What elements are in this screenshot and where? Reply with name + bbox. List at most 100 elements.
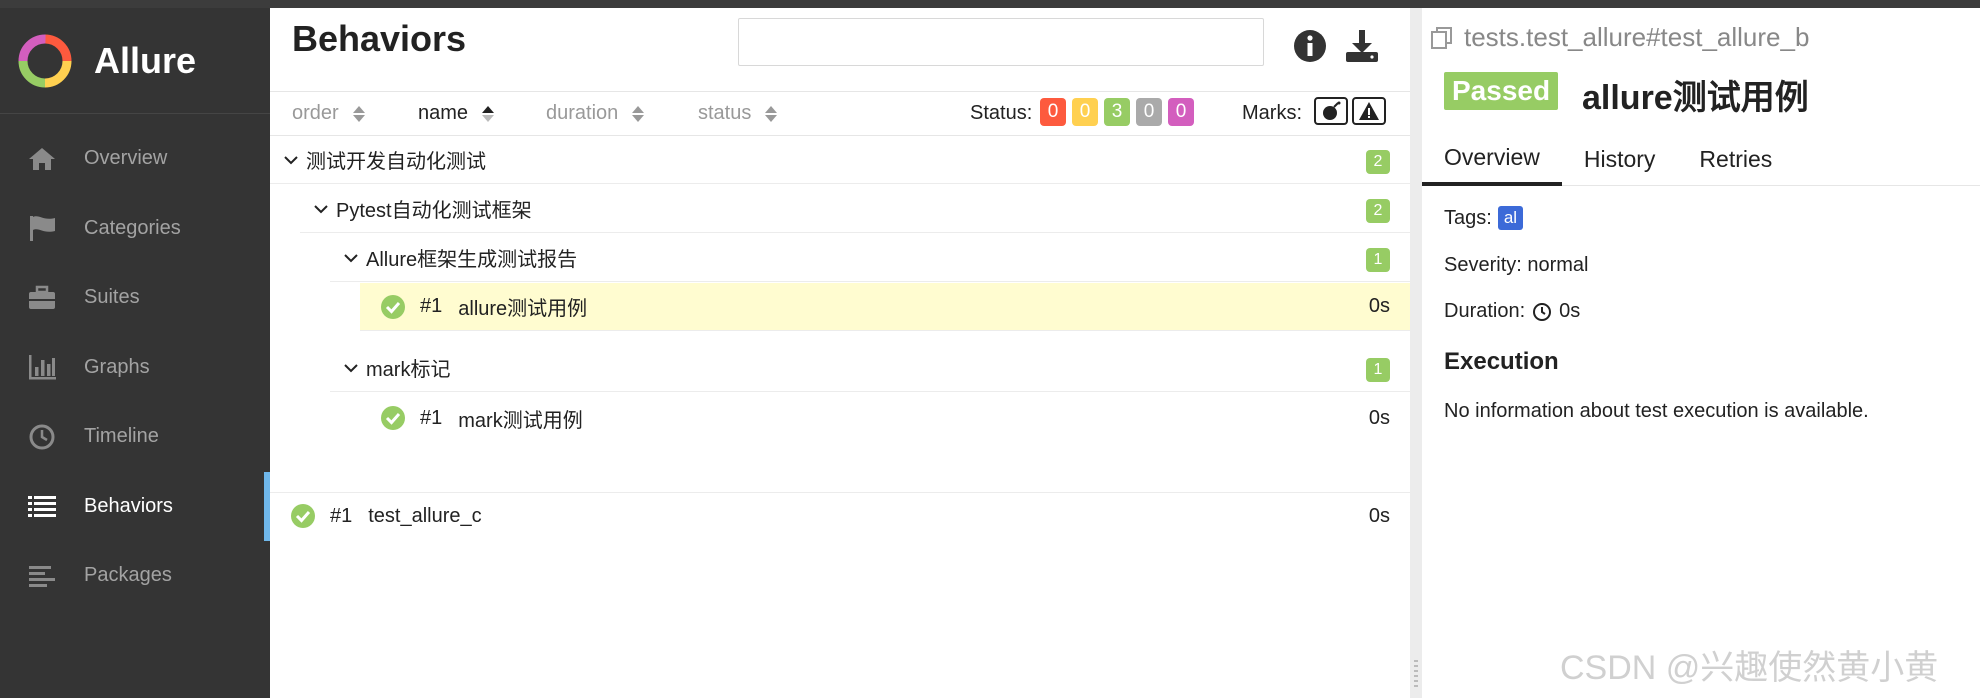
chevron-down-icon (284, 155, 298, 164)
sort-by-order[interactable]: order (292, 102, 365, 125)
bar-chart-icon (26, 352, 58, 382)
test-duration: 0s (1368, 295, 1390, 317)
group-label: 测试开发自动化测试 (306, 151, 486, 173)
detail-tabs: Overview History Retries (1422, 132, 1980, 186)
sidebar-item-label: Graphs (84, 355, 150, 378)
severity-row: Severity: normal (1444, 254, 1589, 277)
watermark: CSDN @兴趣使然黄小黄 (1560, 649, 1939, 687)
chevron-down-icon (344, 363, 358, 372)
splitter-handle-icon[interactable] (1414, 660, 1418, 690)
tab-history[interactable]: History (1562, 132, 1678, 186)
execution-text: No information about test execution is a… (1444, 400, 1869, 422)
new-failed-mark-toggle[interactable] (1352, 97, 1386, 125)
sort-by-status[interactable]: status (698, 102, 778, 125)
group-label: mark标记 (366, 359, 451, 381)
sidebar-item-graphs[interactable]: Graphs (0, 333, 270, 403)
briefcase-icon (26, 283, 58, 313)
sort-by-name[interactable]: name (418, 102, 495, 125)
status-badge: Passed (1444, 72, 1559, 110)
group-count-badge: 2 (1366, 150, 1390, 174)
sidebar-item-label: Packages (84, 564, 172, 587)
clock-icon (1533, 302, 1552, 321)
home-icon (26, 144, 58, 174)
sidebar-item-timeline[interactable]: Timeline (0, 402, 270, 472)
test-name: mark测试用例 (458, 409, 583, 432)
execution-info: No information about test execution is a… (1444, 400, 1869, 423)
sort-label: status (698, 102, 752, 124)
brand[interactable]: Allure (0, 8, 270, 114)
sort-arrows-icon (352, 104, 365, 124)
group-label: Allure框架生成测试报告 (366, 249, 578, 271)
page-title: Behaviors (292, 18, 467, 59)
tab-overview[interactable]: Overview (1422, 132, 1562, 186)
severity-text: Severity: normal (1444, 254, 1589, 276)
sidebar: Allure Overview Categories Suites Graphs (0, 8, 271, 698)
clock-icon (26, 422, 58, 452)
group-count-badge: 1 (1366, 248, 1390, 272)
tree-group-story[interactable]: Allure框架生成测试报告 1 (330, 234, 1410, 282)
sort-arrows-icon (482, 104, 495, 124)
app-name: Allure (94, 39, 197, 81)
test-number: #1 (420, 406, 443, 429)
sidebar-item-behaviors[interactable]: Behaviors (0, 471, 271, 541)
list-icon (26, 491, 58, 521)
passed-check-icon (291, 504, 315, 528)
sidebar-item-label: Behaviors (84, 494, 173, 517)
chevron-down-icon (314, 204, 328, 213)
tree-group-epic[interactable]: 测试开发自动化测试 2 (270, 136, 1410, 184)
broken-count-toggle[interactable]: 0 (1072, 98, 1098, 126)
warning-icon (1359, 102, 1379, 120)
unknown-count-toggle[interactable]: 0 (1168, 98, 1194, 126)
status-filter-label: Status: (970, 102, 1033, 124)
chevron-down-icon (344, 253, 358, 262)
failed-count-toggle[interactable]: 0 (1040, 98, 1066, 126)
sidebar-item-suites[interactable]: Suites (0, 263, 270, 333)
test-title: allure测试用例 (1582, 79, 1809, 117)
breadcrumb[interactable]: tests.test_allure#test_allure_b (1428, 22, 1809, 53)
tags-row: Tags: al (1444, 206, 1524, 230)
pane-splitter[interactable] (1410, 8, 1422, 698)
skipped-count-toggle[interactable]: 0 (1136, 98, 1162, 126)
sort-label: order (292, 102, 339, 124)
sidebar-nav: Overview Categories Suites Graphs Timeli… (0, 124, 271, 611)
allure-logo-icon (18, 34, 72, 87)
flag-icon (26, 213, 58, 243)
copy-icon[interactable] (1428, 24, 1456, 52)
tree-leaf-test[interactable]: #1 test_allure_c 0s (270, 492, 1410, 540)
sidebar-item-label: Categories (84, 216, 181, 239)
bomb-icon (1323, 101, 1341, 120)
execution-heading: Execution (1444, 348, 1559, 375)
sidebar-item-overview[interactable]: Overview (0, 124, 270, 194)
sort-arrows-icon (765, 104, 778, 124)
passed-count-toggle[interactable]: 3 (1104, 98, 1130, 126)
tab-retries[interactable]: Retries (1677, 132, 1794, 186)
flaky-mark-toggle[interactable] (1314, 97, 1348, 125)
sidebar-item-label: Timeline (84, 425, 159, 448)
tree-group-story[interactable]: mark标记 1 (330, 344, 1410, 392)
sidebar-item-categories[interactable]: Categories (0, 194, 270, 264)
tree-leaf-test[interactable]: #1 mark测试用例 0s (360, 394, 1410, 442)
sort-by-duration[interactable]: duration (546, 102, 645, 125)
test-number: #1 (420, 295, 443, 317)
test-name: test_allure_c (368, 504, 482, 527)
info-icon[interactable] (1292, 28, 1328, 64)
sort-label: name (418, 102, 469, 124)
test-duration: 0s (1368, 406, 1390, 429)
tag-chip[interactable]: al (1497, 206, 1524, 230)
sidebar-item-packages[interactable]: Packages (0, 541, 270, 611)
tree-leaf-test[interactable]: #1 allure测试用例 0s (360, 283, 1410, 331)
marks-filter-label: Marks: (1242, 102, 1302, 124)
sort-bar: order name duration status Status: 0 0 3… (270, 92, 1410, 136)
sidebar-item-label: Overview (84, 147, 168, 170)
group-count-badge: 1 (1366, 358, 1390, 382)
behaviors-pane: Behaviors order name duration status Sta… (270, 8, 1410, 698)
tree-group-feature[interactable]: Pytest自动化测试框架 2 (300, 185, 1410, 233)
group-label: Pytest自动化测试框架 (336, 200, 532, 222)
group-count-badge: 2 (1366, 199, 1390, 223)
duration-label: Duration: (1444, 300, 1526, 322)
sort-label: duration (546, 102, 619, 124)
breadcrumb-text: tests.test_allure#test_allure_b (1464, 22, 1810, 52)
search-input[interactable] (738, 18, 1264, 66)
download-icon[interactable] (1344, 28, 1380, 64)
test-duration: 0s (1368, 504, 1390, 527)
